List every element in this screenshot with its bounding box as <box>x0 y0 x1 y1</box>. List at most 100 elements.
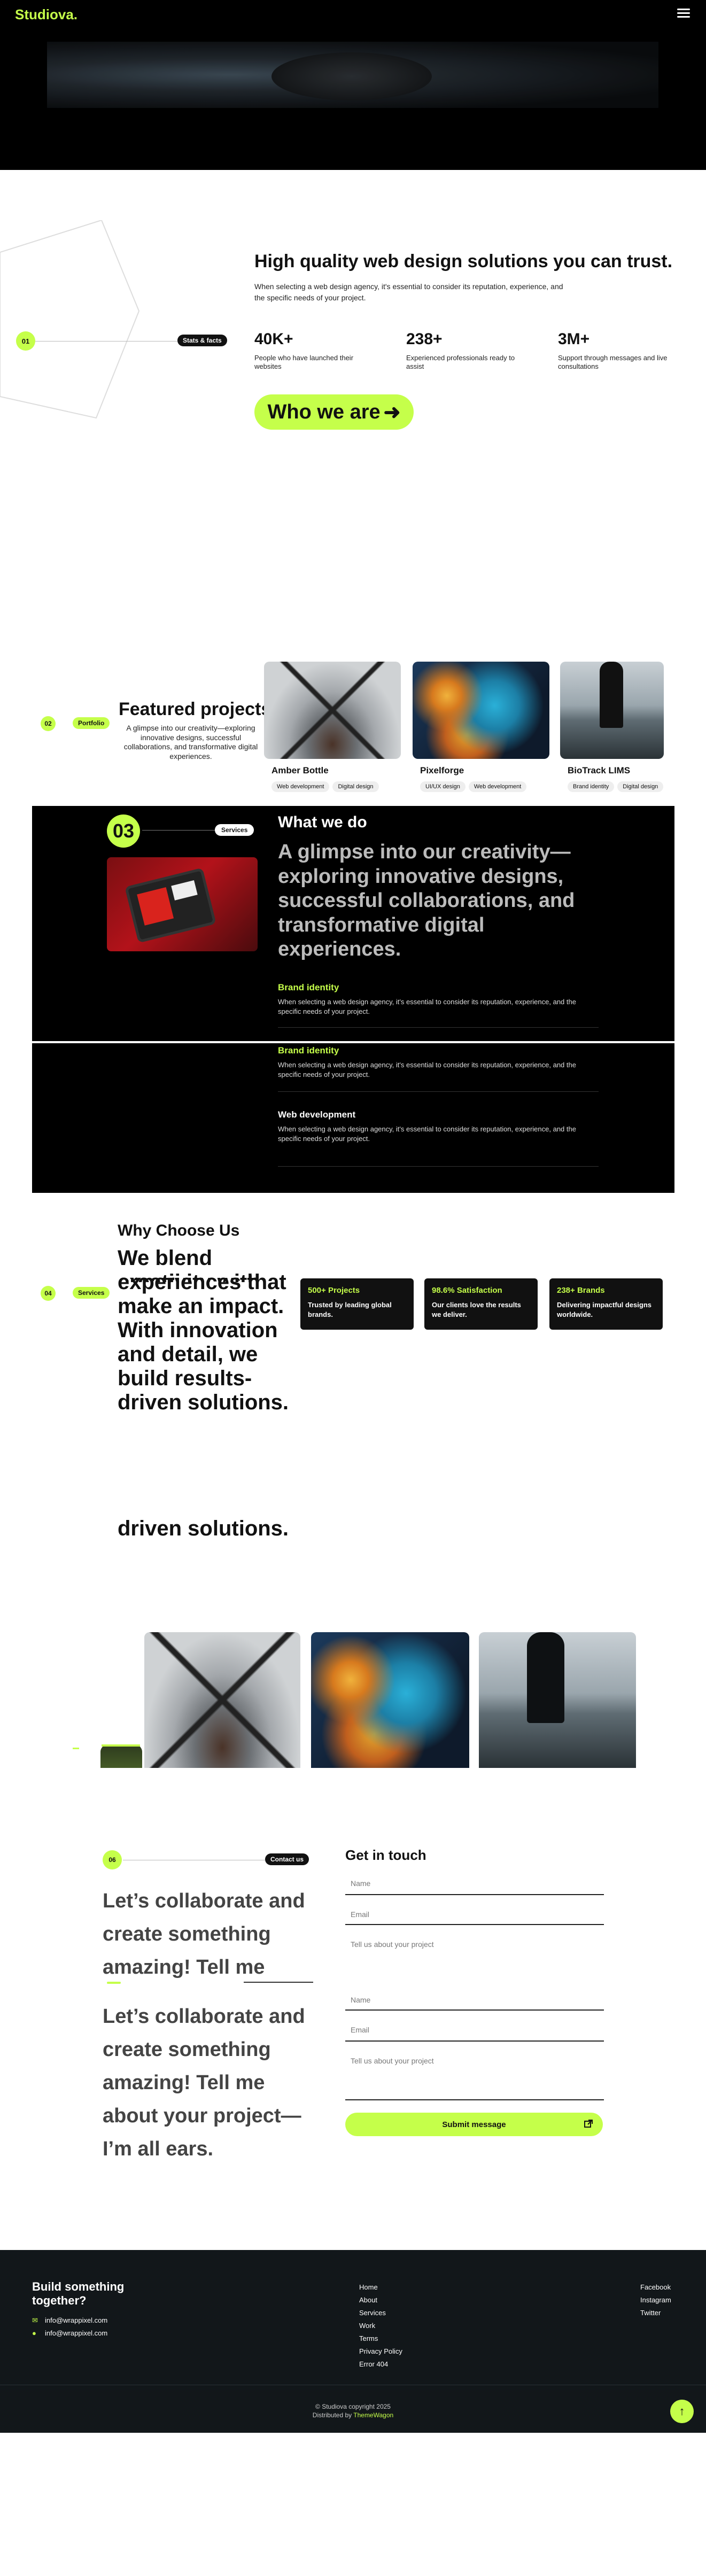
divider <box>35 341 177 342</box>
footer-heading: Build something together? <box>32 2280 125 2308</box>
footer-link-work[interactable]: Work <box>359 2322 375 2330</box>
contact-headline: Let’s collaborate and create something a… <box>103 2005 305 2160</box>
contact-underline <box>244 1982 313 1983</box>
project-tag: Digital design <box>617 781 664 792</box>
project-title: Amber Bottle <box>271 765 329 775</box>
distributed-by: Distributed by ThemeWagon <box>312 2411 394 2419</box>
social-link-facebook[interactable]: Facebook <box>640 2283 671 2291</box>
project-tag: UI/UX design <box>420 781 466 792</box>
why-headline-echo: driven solutions. <box>118 1517 289 1540</box>
name-field[interactable]: Name <box>351 1996 370 2004</box>
project-tag: Web development <box>271 781 330 792</box>
footer-email[interactable]: info@wrappixel.com <box>45 2316 107 2324</box>
service-item-desc: When selecting a web design agency, it's… <box>278 1061 576 1079</box>
service-item-desc: When selecting a web design agency, it's… <box>278 1125 576 1143</box>
project-image <box>413 662 549 759</box>
stat-label: Experienced professionals ready to assis… <box>406 354 515 371</box>
divider <box>142 830 215 831</box>
section-number: 02 <box>41 716 56 731</box>
stat-label: People who have launched their websites <box>254 354 354 371</box>
project-tag: Digital design <box>332 781 379 792</box>
divider <box>278 1091 599 1092</box>
external-link-icon <box>584 2119 593 2131</box>
why-card-desc: Trusted by leading global brands. <box>308 1301 392 1318</box>
gallery-image-partial <box>100 1744 142 1768</box>
footer-link-about[interactable]: About <box>359 2296 377 2304</box>
submit-button[interactable]: Submit message <box>345 2113 603 2136</box>
why-card: 500+ Projects Trusted by leading global … <box>300 1278 414 1330</box>
why-card-desc: Delivering impactful designs worldwide. <box>557 1301 651 1318</box>
contact-headline-top: Let’s collaborate and create something a… <box>103 1890 305 1978</box>
email-field[interactable]: Email <box>351 2026 369 2034</box>
project-card[interactable]: BioTrack LIMS Brand identity Digital desi… <box>560 662 664 806</box>
why-card-title: 500+ Projects <box>308 1286 360 1295</box>
project-tag: Brand identity <box>568 781 615 792</box>
contact-tag: Contact us <box>265 1853 309 1865</box>
why-card-title: 238+ Brands <box>557 1286 605 1295</box>
arrow-up-icon[interactable]: ↑ <box>670 2400 694 2423</box>
portfolio-title: Featured projects <box>119 699 271 719</box>
project-tag: Web development <box>468 781 527 792</box>
gallery-indicator <box>73 1748 79 1749</box>
services-image <box>107 857 258 951</box>
stats-tag: Stats & facts <box>177 335 227 346</box>
pentagon-outline <box>0 220 140 419</box>
contact-accent <box>107 1982 121 1984</box>
gallery-image <box>479 1632 636 1768</box>
message-field[interactable]: Tell us about your project <box>351 2057 434 2065</box>
hamburger-icon[interactable] <box>677 9 690 18</box>
why-card: 98.6% Satisfaction Our clients love the … <box>424 1278 538 1330</box>
email-field[interactable]: Email <box>351 1910 369 1919</box>
service-item-title[interactable]: Brand identity <box>278 982 339 993</box>
section-number: 03 <box>107 814 140 848</box>
footer-email[interactable]: info@wrappixel.com <box>45 2329 107 2337</box>
footer-link-terms[interactable]: Terms <box>359 2334 378 2342</box>
cta-label: Who we are <box>267 400 381 423</box>
why-headline: We blend creativity with experiences tha… <box>118 1246 289 1414</box>
submit-label: Submit message <box>442 2120 506 2129</box>
service-item-title[interactable]: Web development <box>278 1109 355 1120</box>
project-card[interactable]: Amber Bottle Web development Digital desi… <box>264 662 401 806</box>
footer-link-services[interactable]: Services <box>359 2309 386 2317</box>
message-field[interactable]: Tell us about your project <box>351 1940 434 1949</box>
field-underline <box>345 2040 604 2042</box>
project-card[interactable]: Pixelforge UI/UX design Web development <box>413 662 549 806</box>
form-title: Get in touch <box>345 1847 426 1863</box>
social-link-twitter[interactable]: Twitter <box>640 2309 661 2317</box>
why-card-desc: Our clients love the results we deliver. <box>432 1301 521 1318</box>
field-underline <box>345 2099 604 2100</box>
services-tag: Services <box>215 824 254 836</box>
mail-icon: ✉ <box>32 2316 38 2324</box>
about-description: When selecting a web design agency, it's… <box>254 282 563 302</box>
service-item-title[interactable]: Brand identity <box>278 1045 339 1056</box>
stat-value: 3M+ <box>558 330 590 348</box>
hero-image <box>47 42 658 108</box>
gallery-image <box>144 1632 300 1768</box>
why-title: Why Choose Us <box>118 1222 240 1239</box>
section-number: 01 <box>16 331 35 351</box>
social-link-instagram[interactable]: Instagram <box>640 2296 671 2304</box>
why-card-title: 98.6% Satisfaction <box>432 1286 502 1295</box>
gallery-highlight <box>102 1744 140 1747</box>
footer-link-404[interactable]: Error 404 <box>359 2360 388 2368</box>
section-number: 04 <box>41 1286 56 1301</box>
project-title: BioTrack LIMS <box>568 765 631 775</box>
site-logo[interactable]: Studiova. <box>15 6 77 23</box>
gallery-image <box>311 1632 469 1768</box>
field-underline <box>345 1924 604 1925</box>
field-underline <box>345 1894 604 1895</box>
distributed-link[interactable]: ThemeWagon <box>353 2411 393 2419</box>
services-title: What we do <box>278 813 367 831</box>
arrow-right-icon: ➜ <box>383 401 401 424</box>
stat-label: Support through messages and live consul… <box>558 354 668 371</box>
portfolio-tag: Portfolio <box>73 717 110 729</box>
who-we-are-button[interactable]: Who we are ➜ <box>254 394 414 430</box>
stat-value: 238+ <box>406 330 443 348</box>
name-field[interactable]: Name <box>351 1879 370 1888</box>
project-image <box>264 662 401 759</box>
project-title: Pixelforge <box>420 765 464 775</box>
footer-link-privacy[interactable]: Privacy Policy <box>359 2347 402 2355</box>
why-tag: Services <box>73 1287 110 1299</box>
footer-link-home[interactable]: Home <box>359 2283 378 2291</box>
divider <box>278 1027 599 1028</box>
